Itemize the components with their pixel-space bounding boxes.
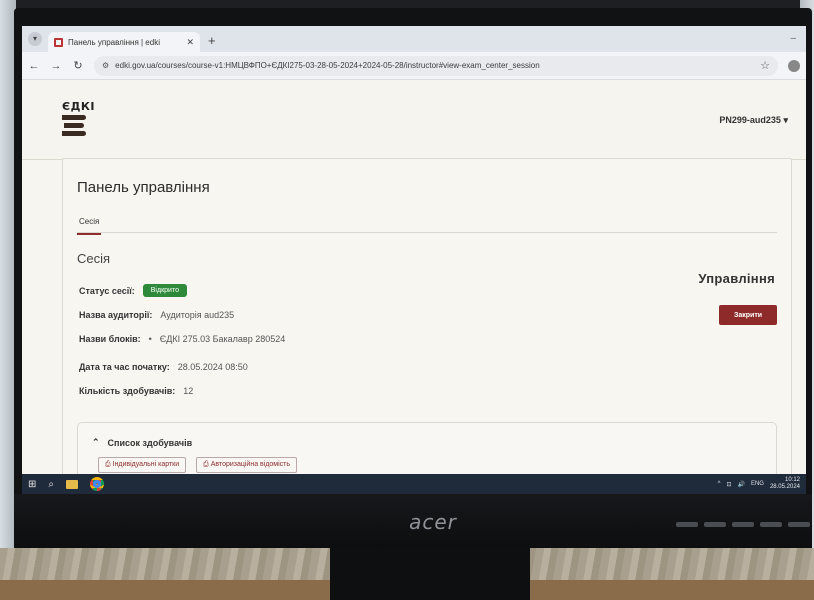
- profile-avatar[interactable]: [788, 59, 800, 72]
- bookmark-star-icon[interactable]: ☆: [760, 59, 770, 72]
- blocks-label: Назви блоків:: [79, 334, 141, 344]
- logo-mark-icon: [62, 115, 102, 136]
- tab-title: Панель управління | edki: [68, 37, 160, 47]
- blocks-value: ЄДКІ 275.03 Бакалавр 280524: [159, 334, 286, 344]
- manage-title: Управління: [698, 271, 775, 286]
- monitor-button[interactable]: [760, 522, 782, 527]
- section-title: Сесія: [77, 251, 111, 266]
- favicon-icon: [54, 37, 63, 47]
- status-label: Статус сесії:: [79, 285, 135, 296]
- chrome-icon[interactable]: [90, 477, 104, 491]
- clock-date: 28.05.2024: [769, 484, 800, 490]
- windows-start-icon[interactable]: ⊞: [28, 479, 36, 490]
- browser-toolbar: ← → ↻ ⚙ edki.gov.ua/courses/course-v1:НМ…: [22, 52, 806, 80]
- individual-cards-button[interactable]: ⎙ Індивідуальні картки: [98, 457, 187, 473]
- forward-icon[interactable]: →: [50, 60, 62, 72]
- site-info-icon[interactable]: ⚙: [102, 61, 109, 70]
- address-bar[interactable]: ⚙ edki.gov.ua/courses/course-v1:НМЦВФПО+…: [94, 55, 778, 76]
- browser-tab[interactable]: Панель управління | edki ✕: [48, 32, 200, 52]
- clock-time: 10:12: [784, 477, 800, 483]
- username: PN299-aud235: [719, 115, 781, 125]
- windows-taskbar: ⊞ ⌕ ^ ⊡ 🔊 ENG 10:12 28.05.2024: [22, 474, 806, 494]
- students-list-toggle[interactable]: ⌃ Список здобувачів: [92, 437, 192, 448]
- file-explorer-icon[interactable]: [66, 479, 78, 489]
- network-icon[interactable]: ⊡: [726, 481, 731, 488]
- bullet-icon: •: [148, 334, 152, 344]
- chevron-down-icon: ▾: [783, 115, 788, 125]
- monitor-button[interactable]: [732, 522, 754, 527]
- back-icon[interactable]: ←: [28, 60, 40, 72]
- language-indicator[interactable]: ENG: [751, 481, 764, 487]
- site-logo[interactable]: ЄДКІ: [62, 100, 102, 140]
- room-row: Назва аудиторії: Аудиторія aud235: [79, 310, 234, 320]
- reload-icon[interactable]: ↻: [72, 59, 84, 72]
- minimize-icon[interactable]: –: [790, 33, 796, 44]
- tab-search-icon[interactable]: ▾: [28, 32, 42, 46]
- system-tray: ^ ⊡ 🔊 ENG 10:12 28.05.2024: [718, 477, 800, 491]
- screen: ▾ Панель управління | edki ✕ + – ← → ↻ ⚙…: [22, 26, 806, 494]
- browser-tabbar: ▾ Панель управління | edki ✕ + –: [22, 26, 806, 52]
- new-tab-icon[interactable]: +: [208, 33, 216, 48]
- students-actions: ⎙ Індивідуальні картки ⎙ Авторизаційна в…: [98, 457, 298, 473]
- auth-sheet-button[interactable]: ⎙ Авторизаційна відомість: [196, 457, 298, 473]
- clock[interactable]: 10:12 28.05.2024: [770, 477, 800, 491]
- monitor-stand: [330, 548, 530, 600]
- page-title: Панель управління: [77, 179, 210, 196]
- chevron-up-icon: ⌃: [92, 437, 100, 447]
- status-row: Статус сесії: Відкрито: [79, 284, 187, 297]
- individual-cards-label: Індивідуальні картки: [112, 461, 180, 468]
- start-label: Дата та час початку:: [79, 362, 170, 372]
- count-label: Кількість здобувачів:: [79, 386, 176, 396]
- count-row: Кількість здобувачів: 12: [79, 386, 193, 396]
- panel-card: Панель управління Сесія Сесія Статус сес…: [62, 158, 792, 494]
- close-session-button[interactable]: Закрити: [719, 305, 777, 325]
- search-icon[interactable]: ⌕: [48, 479, 54, 490]
- tray-chevron-icon[interactable]: ^: [718, 481, 721, 487]
- monitor-buttons: [676, 518, 810, 530]
- monitor-button[interactable]: [676, 522, 698, 527]
- room-label: Назва аудиторії:: [79, 310, 153, 320]
- monitor-button[interactable]: [704, 522, 726, 527]
- site-header: ЄДКІ PN299-aud235 ▾: [22, 80, 806, 160]
- status-badge: Відкрито: [142, 284, 187, 297]
- user-menu[interactable]: PN299-aud235 ▾: [719, 115, 788, 126]
- logo-text: ЄДКІ: [62, 100, 95, 113]
- volume-icon[interactable]: 🔊: [737, 481, 744, 488]
- panel-tabs: Сесія: [77, 211, 777, 235]
- tab-session[interactable]: Сесія: [77, 217, 102, 235]
- room-value: Аудиторія aud235: [160, 310, 235, 320]
- monitor-brand-logo: acer: [409, 510, 457, 534]
- print-icon: ⎙: [203, 461, 211, 468]
- monitor-button[interactable]: [788, 522, 810, 527]
- close-icon[interactable]: ✕: [186, 37, 194, 48]
- students-list-title: Список здобувачів: [107, 437, 193, 448]
- blocks-row: Назви блоків: • ЄДКІ 275.03 Бакалавр 280…: [79, 334, 285, 344]
- count-value: 12: [183, 386, 194, 396]
- url-text: edki.gov.ua/courses/course-v1:НМЦВФПО+ЄД…: [115, 61, 540, 70]
- start-value: 28.05.2024 08:50: [177, 362, 248, 372]
- lock-icon: ⎙: [105, 461, 113, 468]
- start-row: Дата та час початку: 28.05.2024 08:50: [79, 362, 248, 372]
- auth-sheet-label: Авторизаційна відомість: [210, 461, 291, 468]
